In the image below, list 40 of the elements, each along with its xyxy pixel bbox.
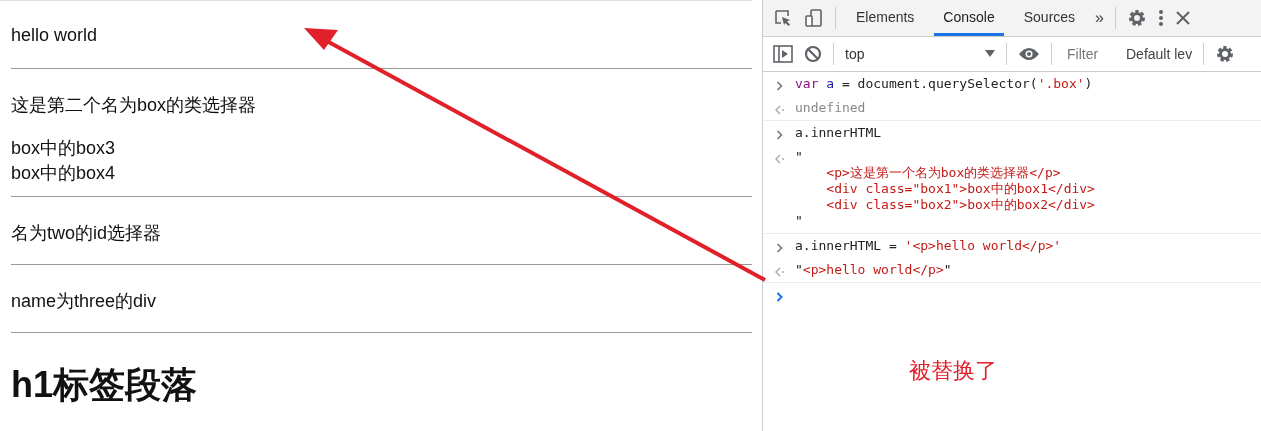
console-output-text: undefined [795,100,866,116]
page-text: name为three的div [11,290,158,313]
annotation-text: 被替换了 [909,357,997,385]
more-tabs-button[interactable]: » [1095,9,1104,27]
console-output-text: " [795,149,804,165]
page-text: hello world [11,24,99,47]
dropdown-caret-icon [985,50,995,58]
clear-console-icon[interactable] [804,45,822,63]
input-chevron-icon [775,81,785,91]
result-arrow-icon [775,105,785,115]
input-chevron-icon [775,130,785,140]
log-levels-dropdown[interactable]: Default lev [1126,46,1193,62]
devtools-tab[interactable]: Elements [847,0,924,36]
console-output-text: "<p>hello world</p>" [795,262,952,278]
console-output-text: <p>这是第一个名为box的类选择器</p> [825,165,1062,181]
input-chevron-icon [775,243,785,253]
page-text: 名为two的id选择器 [11,222,163,245]
page-heading: h1标签段落 [11,363,198,407]
device-icon[interactable] [804,8,824,28]
console-input-text: var a = document.querySelector('.box') [795,76,1093,92]
console-input-text: a.innerHTML = '<p>hello world</p>' [795,238,1062,254]
result-arrow-icon [775,267,785,277]
context-select[interactable]: top [845,46,995,62]
sidebar-toggle-icon[interactable] [773,45,793,63]
eye-icon[interactable] [1018,47,1040,61]
console-output-text: <div class="box1">box中的box1</div> [825,181,1095,197]
settings-icon[interactable] [1127,8,1147,28]
settings-icon[interactable] [1215,44,1236,64]
console-input-text: a.innerHTML [795,125,882,141]
close-icon[interactable] [1175,10,1191,26]
prompt-chevron-icon[interactable] [775,292,785,302]
page-text: box中的box4 [11,162,117,185]
result-arrow-icon [775,154,785,164]
console-output-text: <div class="box2">box中的box2</div> [825,197,1095,213]
page-text: 这是第二个名为box的类选择器 [11,94,258,117]
more-options-icon[interactable] [1158,9,1164,27]
inspect-icon[interactable] [773,8,793,28]
console-output-text: " [795,213,804,229]
devtools-tab[interactable]: Sources [1014,0,1085,36]
page-text: box中的box3 [11,137,117,160]
